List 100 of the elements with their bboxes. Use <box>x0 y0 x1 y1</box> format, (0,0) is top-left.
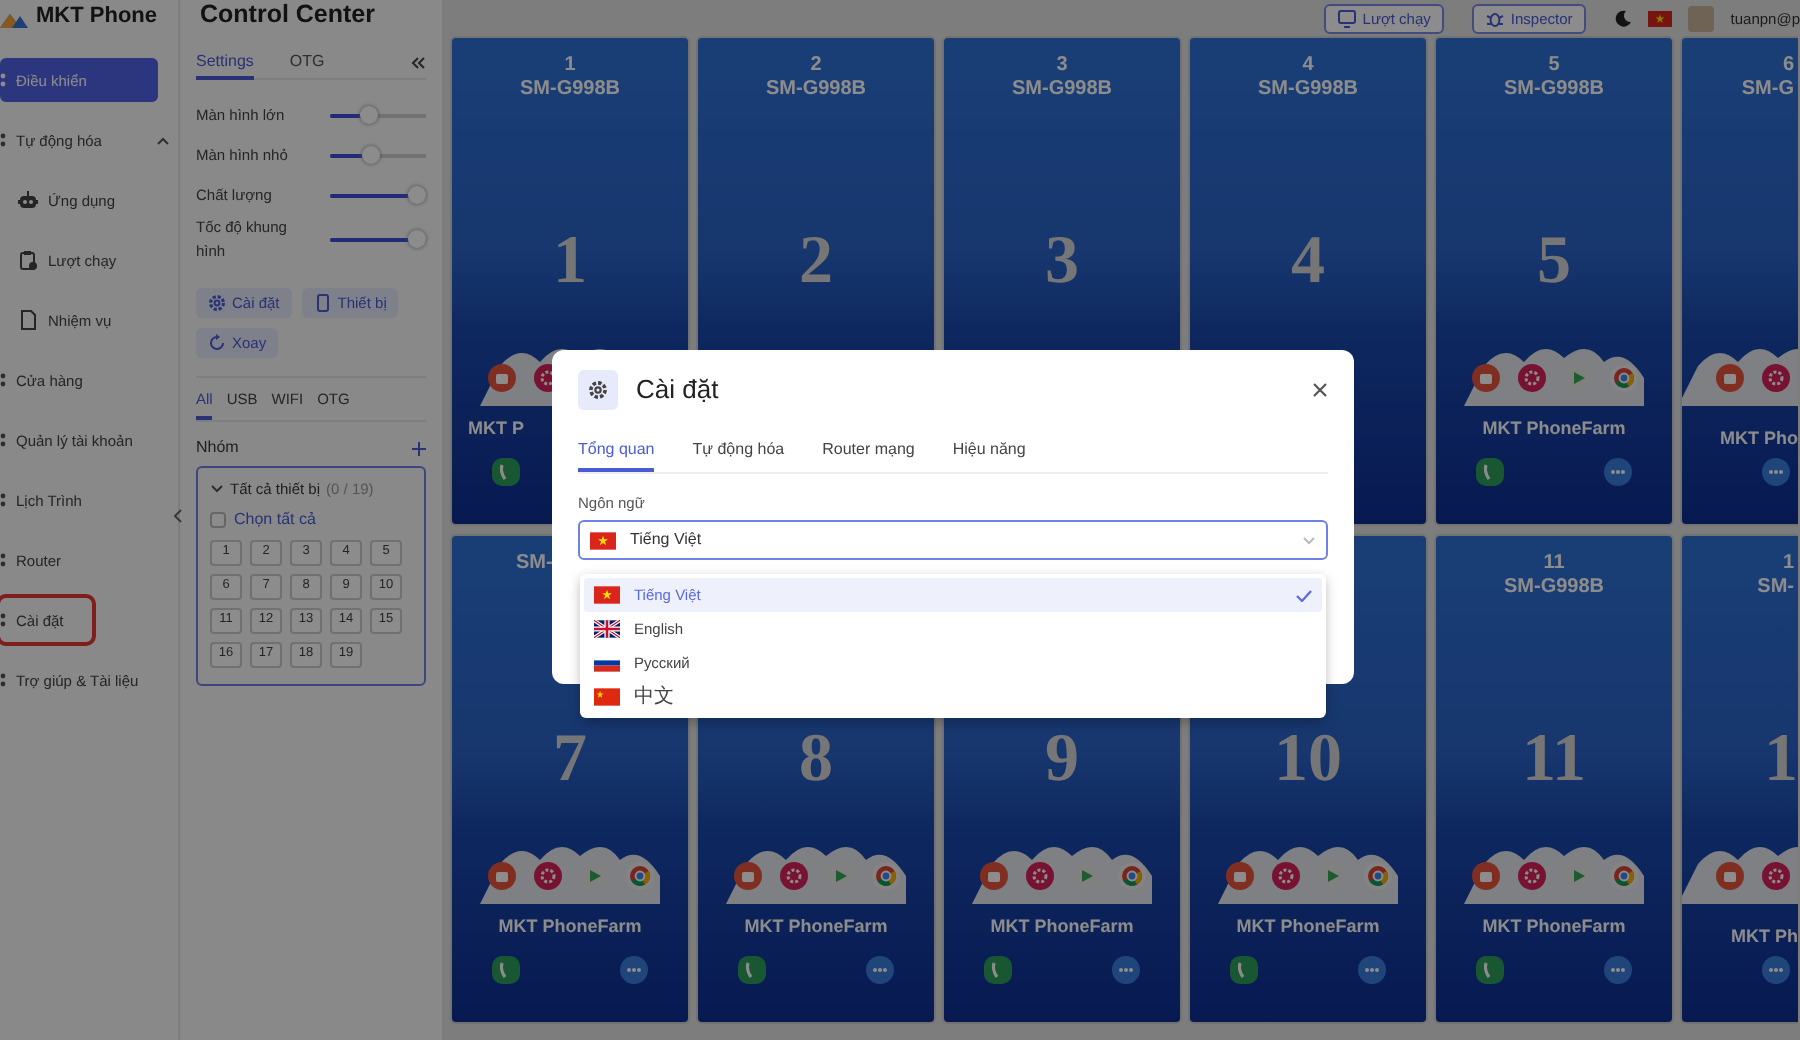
shopping-bag-icon <box>487 862 515 890</box>
slider-thumb[interactable] <box>362 146 381 164</box>
phone-icon <box>313 294 332 312</box>
panel-tab[interactable]: OTG <box>289 47 325 79</box>
shopping-bag-icon <box>1716 862 1744 890</box>
rotate-icon <box>208 334 226 352</box>
add-icon[interactable] <box>412 441 426 455</box>
device-model: SM-G998B <box>519 78 620 102</box>
flower-icon <box>1762 862 1790 890</box>
gear-icon <box>208 294 226 312</box>
russia-flag-icon <box>594 654 620 672</box>
robot-icon <box>18 190 38 210</box>
home-screen-label: MKT PhoneFarm <box>498 915 642 937</box>
phone-call-icon <box>492 458 520 486</box>
dots-icon <box>0 612 6 628</box>
chevron-icon <box>1302 535 1316 545</box>
collapse-panel-icon[interactable] <box>410 56 426 70</box>
clipboard-icon <box>18 250 38 270</box>
device-number: 11 <box>1543 552 1565 576</box>
checkbox-label[interactable]: Chọn tất cả <box>234 510 316 530</box>
check-icon <box>1296 589 1312 601</box>
chat-icon <box>1762 956 1790 984</box>
vietnam-flag-icon[interactable] <box>1648 9 1673 27</box>
device-model: SM-G <box>1741 78 1794 102</box>
phone-call-icon <box>1230 956 1258 984</box>
flower-icon <box>1025 862 1053 890</box>
wallpaper-number: 10 <box>1274 720 1342 800</box>
dialog-tab[interactable]: Hiệu năng <box>952 440 1026 472</box>
wallpaper-number: 5 <box>1537 222 1571 302</box>
document-icon <box>18 310 38 330</box>
device-number: 3 <box>1056 54 1068 78</box>
flower-icon <box>533 862 561 890</box>
chrome-icon <box>1363 862 1391 890</box>
moon-icon[interactable] <box>1614 9 1633 27</box>
home-screen-label: MKT PhoneFarm <box>744 915 888 937</box>
phone-screen[interactable]: 6 SM-G MKT Pho <box>1680 36 1798 526</box>
chat-icon <box>1358 956 1386 984</box>
phone-screen[interactable]: 5 SM-G998B 5 MKT PhoneFarm <box>1434 36 1674 526</box>
language-select[interactable]: Tiếng Việt <box>578 520 1328 560</box>
slider-track[interactable] <box>330 234 426 246</box>
phone-call-icon <box>984 956 1012 984</box>
device-model: SM- <box>516 552 553 576</box>
device-number: 6 <box>1782 54 1794 78</box>
home-screen-label: MKT PhoneFarm <box>990 915 1134 937</box>
shopping-bag-icon <box>1471 862 1499 890</box>
chat-icon <box>1112 956 1140 984</box>
slider-thumb[interactable] <box>408 186 427 204</box>
group-heading: Nhóm <box>196 438 239 458</box>
wallpaper-number: 8 <box>799 720 833 800</box>
dialog-tab[interactable]: Tự động hóa <box>692 440 785 472</box>
chrome-icon <box>871 862 899 890</box>
home-screen-label: MKT PhoneFarm <box>1482 915 1626 937</box>
device-model: SM-G998B <box>765 78 866 102</box>
slider-thumb[interactable] <box>408 230 427 248</box>
chrome-icon <box>625 862 653 890</box>
wallpaper-number: 3 <box>1045 222 1079 302</box>
device-number: 5 <box>1548 54 1560 78</box>
shopping-bag-icon <box>1225 862 1253 890</box>
flower-icon <box>1517 364 1545 392</box>
device-number: 4 <box>1302 54 1314 78</box>
slider-thumb[interactable] <box>360 106 379 124</box>
dialog-tab[interactable]: Tổng quan <box>578 440 655 472</box>
dots-icon <box>0 132 6 148</box>
flower-icon <box>1517 862 1545 890</box>
device-model: SM-G998B <box>1257 78 1358 102</box>
home-screen-label: MKT P <box>468 417 524 439</box>
dialog-tab[interactable]: Router mạng <box>822 440 915 472</box>
phone-screen[interactable]: 11 SM-G998B 11 MKT PhoneFarm <box>1434 534 1674 1024</box>
panel-title: Control Center <box>198 0 377 32</box>
device-model: SM-G998B <box>1503 78 1604 102</box>
collapse-icon[interactable] <box>172 508 184 524</box>
phone-call-icon <box>1476 458 1504 486</box>
phone-call-icon <box>1476 956 1504 984</box>
panel-tab[interactable]: Settings <box>196 47 254 79</box>
flower-icon <box>779 862 807 890</box>
china-flag-icon <box>594 688 620 706</box>
chat-icon <box>866 956 894 984</box>
vietnam-flag-icon <box>590 531 616 549</box>
caret-icon[interactable] <box>210 484 224 494</box>
dots-icon <box>0 552 6 568</box>
shopping-bag-icon <box>979 862 1007 890</box>
phone-call-icon <box>738 956 766 984</box>
device-model: SM- <box>1757 576 1794 600</box>
device-number: 1 <box>1782 552 1794 576</box>
checkbox[interactable] <box>210 511 226 528</box>
gear-icon <box>588 380 608 400</box>
wallpaper-number: 11 <box>1521 720 1587 800</box>
wallpaper-number: 7 <box>553 720 587 800</box>
phone-screen[interactable]: 1 SM- 1 MKT Ph <box>1680 534 1798 1024</box>
chat-icon <box>620 956 648 984</box>
shopping-bag-icon <box>733 862 761 890</box>
logo-text: MKT Phone <box>36 4 157 32</box>
device-model: SM-G998B <box>1011 78 1112 102</box>
chat-icon <box>1604 956 1632 984</box>
chat-icon <box>1604 458 1632 486</box>
device-number: 1 <box>564 54 576 78</box>
close-icon[interactable] <box>1312 382 1328 398</box>
slider-track[interactable] <box>330 190 426 202</box>
device-number: 2 <box>810 54 822 78</box>
vietnam-flag-icon <box>594 586 620 604</box>
